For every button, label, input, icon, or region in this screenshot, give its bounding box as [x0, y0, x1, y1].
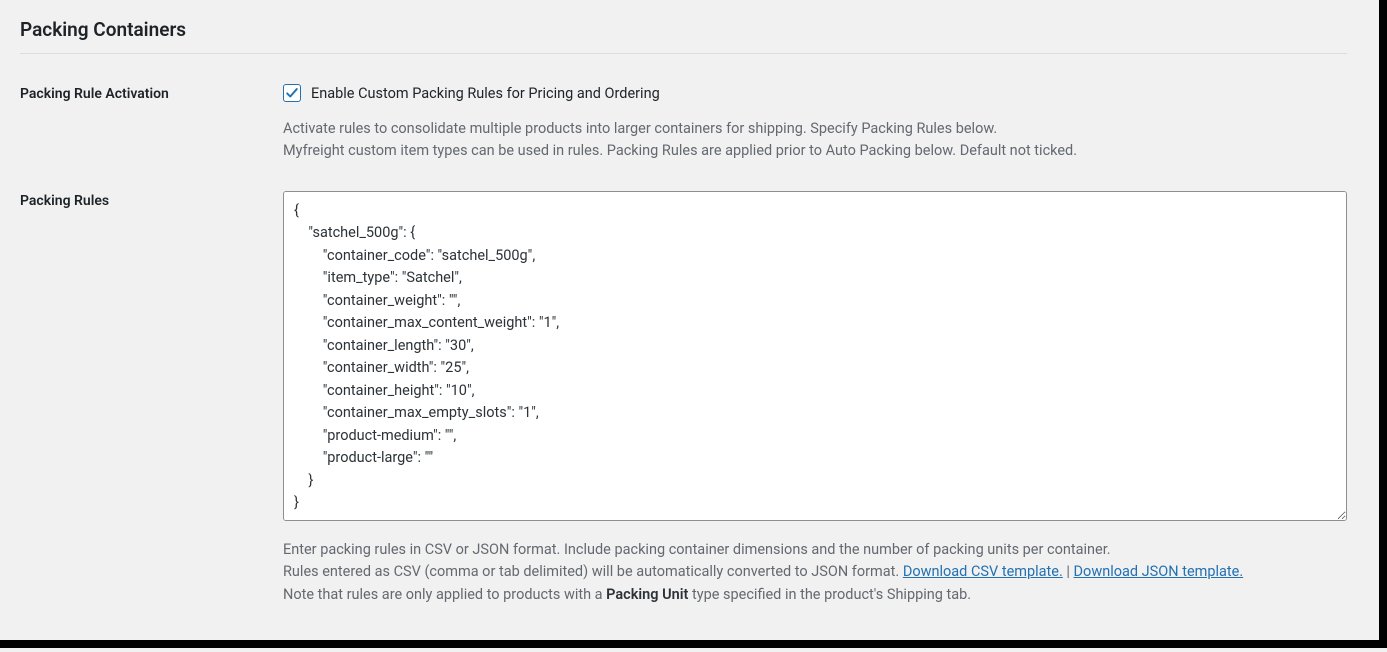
download-json-link[interactable]: Download JSON template.: [1074, 563, 1244, 580]
download-csv-link[interactable]: Download CSV template.: [903, 563, 1063, 580]
desc-line3-suffix: type specified in the product's Shipping…: [688, 586, 971, 603]
rules-description: Enter packing rules in CSV or JSON forma…: [283, 539, 1347, 606]
activation-label: Packing Rule Activation: [20, 84, 283, 102]
checkbox-row: Enable Custom Packing Rules for Pricing …: [283, 84, 1347, 102]
rules-label: Packing Rules: [20, 191, 283, 209]
checkbox-label: Enable Custom Packing Rules for Pricing …: [311, 85, 660, 102]
enable-rules-checkbox[interactable]: [283, 84, 301, 102]
help-line2: Myfreight custom item types can be used …: [283, 142, 1077, 159]
link-separator: |: [1063, 563, 1074, 580]
desc-line1: Enter packing rules in CSV or JSON forma…: [283, 541, 1111, 558]
frame-bottom-border: [0, 640, 1387, 648]
activation-row: Packing Rule Activation Enable Custom Pa…: [20, 84, 1347, 163]
desc-line2-prefix: Rules entered as CSV (comma or tab delim…: [283, 563, 903, 580]
rules-row: Packing Rules Enter packing rules in CSV…: [20, 191, 1347, 606]
packing-rules-textarea[interactable]: [283, 191, 1347, 521]
desc-line3-prefix: Note that rules are only applied to prod…: [283, 586, 606, 603]
rules-field: Enter packing rules in CSV or JSON forma…: [283, 191, 1347, 606]
help-line1: Activate rules to consolidate multiple p…: [283, 120, 997, 137]
packing-unit-term: Packing Unit: [606, 586, 688, 603]
checkmark-icon: [285, 86, 299, 100]
activation-help: Activate rules to consolidate multiple p…: [283, 118, 1347, 163]
section-divider: [20, 53, 1347, 54]
section-title: Packing Containers: [20, 18, 1347, 41]
frame-right-border: [1379, 0, 1387, 648]
activation-field: Enable Custom Packing Rules for Pricing …: [283, 84, 1347, 163]
